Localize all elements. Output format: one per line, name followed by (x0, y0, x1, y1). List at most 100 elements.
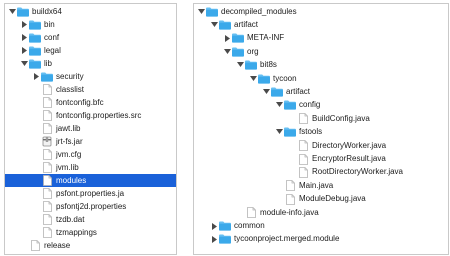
chevron-placeholder (288, 140, 297, 152)
tree-row-jrt-fs-jar[interactable]: jrt-fs.jar (5, 135, 176, 148)
tree-item-label: release (44, 240, 71, 250)
tree-row-jawt-lib[interactable]: jawt.lib (5, 122, 176, 135)
chevron-placeholder (275, 180, 284, 192)
tree-row-encryptorresult-java[interactable]: EncryptorResult.java (194, 152, 448, 165)
tree-row-tycoon[interactable]: tycoon (194, 72, 448, 85)
tree-item-label: decompiled_modules (221, 6, 297, 16)
chevron-down-icon[interactable] (249, 73, 258, 85)
file-icon (41, 97, 53, 109)
chevron-down-icon[interactable] (223, 46, 232, 58)
tree-row-jvm-cfg[interactable]: jvm.cfg (5, 148, 176, 161)
file-icon (41, 149, 53, 161)
tree-row-release[interactable]: release (5, 239, 176, 252)
tree-row-rootdirectoryworker-java[interactable]: RootDirectoryWorker.java (194, 166, 448, 179)
folder-icon (29, 58, 41, 70)
file-icon (41, 188, 53, 200)
folder-icon (284, 99, 296, 111)
tree-item-label: lib (44, 58, 53, 68)
file-icon (41, 201, 53, 213)
tree-item-label: psfontj2d.properties (56, 201, 127, 211)
chevron-down-icon[interactable] (197, 6, 206, 18)
tree-item-label: module-info.java (260, 207, 319, 217)
tree-row-tzmappings[interactable]: tzmappings (5, 226, 176, 239)
chevron-down-icon[interactable] (8, 6, 17, 18)
tree-row-org[interactable]: org (194, 45, 448, 58)
tree-item-label: fstools (299, 127, 323, 137)
chevron-placeholder (32, 97, 41, 109)
chevron-right-icon[interactable] (223, 32, 232, 44)
tree-item-label: legal (44, 45, 61, 55)
chevron-right-icon[interactable] (210, 233, 219, 245)
tree-row-moduledebug-java[interactable]: ModuleDebug.java (194, 193, 448, 206)
tree-item-label: artifact (234, 20, 259, 30)
chevron-right-icon[interactable] (20, 32, 29, 44)
tree-item-label: common (234, 221, 265, 231)
tree-row-directoryworker-java[interactable]: DirectoryWorker.java (194, 139, 448, 152)
tree-row-jvm-lib[interactable]: jvm.lib (5, 161, 176, 174)
folder-icon (29, 19, 41, 31)
chevron-placeholder (32, 175, 41, 187)
file-icon (245, 207, 257, 219)
left-file-tree: buildx64 bin conf legal lib security cla… (4, 3, 177, 255)
tree-row-security[interactable]: security (5, 70, 176, 83)
tree-row-tzdb-dat[interactable]: tzdb.dat (5, 213, 176, 226)
tree-row-fontconfig-bfc[interactable]: fontconfig.bfc (5, 96, 176, 109)
chevron-down-icon[interactable] (20, 58, 29, 70)
chevron-down-icon[interactable] (210, 19, 219, 31)
tree-item-label: fontconfig.bfc (56, 97, 104, 107)
folder-icon (219, 233, 231, 245)
tree-row-meta-inf[interactable]: META-INF (194, 32, 448, 45)
tree-item-label: buildx64 (32, 6, 62, 16)
tree-row-common[interactable]: common (194, 219, 448, 232)
tree-item-label: conf (44, 32, 60, 42)
file-icon (29, 240, 41, 252)
file-icon (41, 214, 53, 226)
tree-row-decompiled-modules[interactable]: decompiled_modules (194, 5, 448, 18)
tree-item-label: RootDirectoryWorker.java (312, 167, 403, 177)
chevron-down-icon[interactable] (236, 59, 245, 71)
chevron-placeholder (288, 166, 297, 178)
chevron-right-icon[interactable] (32, 71, 41, 83)
folder-icon (29, 45, 41, 57)
tree-item-label: artifact (286, 87, 311, 97)
tree-row-modules[interactable]: modules (5, 174, 176, 187)
tree-row-buildconfig-java[interactable]: BuildConfig.java (194, 112, 448, 125)
chevron-down-icon[interactable] (262, 86, 271, 98)
chevron-down-icon[interactable] (275, 126, 284, 138)
tree-item-label: tzmappings (56, 227, 97, 237)
tree-row-psfont-properties-ja[interactable]: psfont.properties.ja (5, 187, 176, 200)
tree-row-legal[interactable]: legal (5, 44, 176, 57)
file-icon (41, 84, 53, 96)
folder-icon (258, 73, 270, 85)
folder-icon (232, 46, 244, 58)
tree-row-main-java[interactable]: Main.java (194, 179, 448, 192)
tree-row-lib[interactable]: lib (5, 57, 176, 70)
file-icon (41, 175, 53, 187)
tree-row-fstools[interactable]: fstools (194, 126, 448, 139)
folder-icon (17, 6, 29, 18)
tree-item-label: META-INF (247, 33, 285, 43)
tree-row-tycoonproject-merged-module[interactable]: tycoonproject.merged.module (194, 233, 448, 246)
tree-row-conf[interactable]: conf (5, 31, 176, 44)
tree-row-module-info-java[interactable]: module-info.java (194, 206, 448, 219)
tree-row-buildx64[interactable]: buildx64 (5, 5, 176, 18)
tree-row-classlist[interactable]: classlist (5, 83, 176, 96)
tree-row-bin[interactable]: bin (5, 18, 176, 31)
tree-row-psfontj2d-properties[interactable]: psfontj2d.properties (5, 200, 176, 213)
chevron-placeholder (32, 123, 41, 135)
file-icon (284, 180, 296, 192)
chevron-placeholder (275, 193, 284, 205)
file-icon (41, 227, 53, 239)
tree-row-artifact[interactable]: artifact (194, 18, 448, 31)
chevron-right-icon[interactable] (210, 220, 219, 232)
tree-row-fontconfig-properties-src[interactable]: fontconfig.properties.src (5, 109, 176, 122)
tree-item-label: jawt.lib (56, 123, 81, 133)
tree-item-label: org (247, 46, 259, 56)
folder-icon (219, 19, 231, 31)
chevron-right-icon[interactable] (20, 45, 29, 57)
chevron-right-icon[interactable] (20, 19, 29, 31)
chevron-down-icon[interactable] (275, 99, 284, 111)
tree-row-artifact[interactable]: artifact (194, 85, 448, 98)
tree-row-bit8s[interactable]: bit8s (194, 59, 448, 72)
tree-row-config[interactable]: config (194, 99, 448, 112)
